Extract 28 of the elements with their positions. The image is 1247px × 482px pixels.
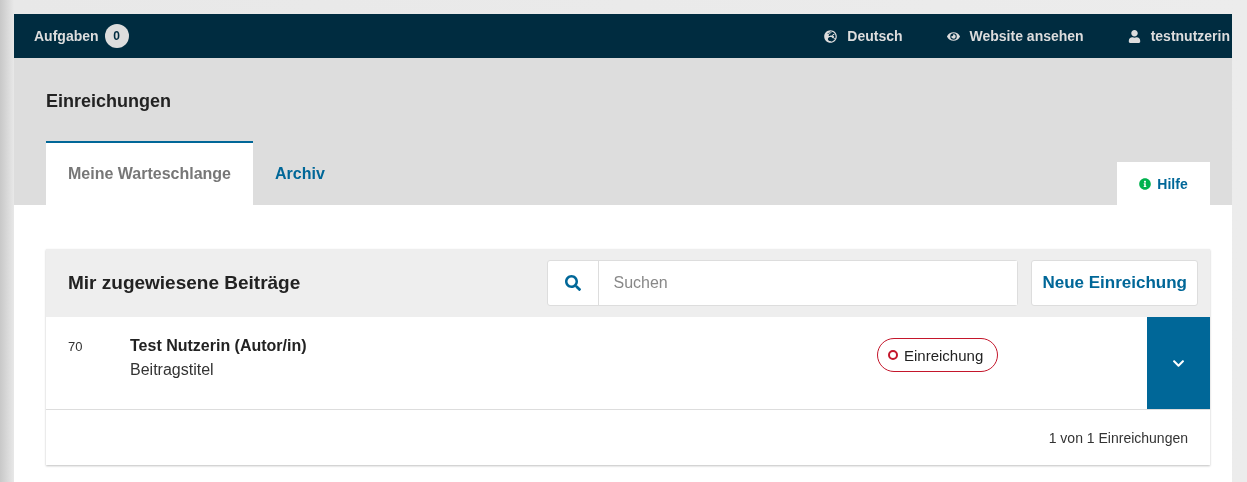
tab[interactable]: Archiv [253,141,347,205]
top-link-label: Website ansehen [969,28,1084,44]
help-label: Hilfe [1157,175,1188,192]
submission-author: Test Nutzerin (Autor/in) [130,337,308,355]
expand-button[interactable] [1147,317,1210,409]
submission-id: 70 [67,338,84,356]
top-link-label: testnutzerin [1150,28,1230,44]
search-field[interactable]: Suchen [547,260,1019,306]
new-submission-button[interactable]: Neue Einreichung [1031,260,1198,306]
pagination-count: 1 von 1 Einreichungen [1048,429,1188,446]
globe-icon [824,29,838,43]
top-link-label: Deutsch [847,28,903,44]
tasks-link[interactable]: Aufgaben 0 [34,24,129,48]
tasks-label: Aufgaben [34,28,99,44]
card-title: Mir zugewiesene Beiträge [68,272,301,294]
tasks-count: 0 [104,24,129,48]
info-icon [1139,177,1152,190]
help-tab[interactable]: Hilfe [1117,162,1210,205]
eye-icon [946,29,960,43]
tab[interactable]: Meine Warteschlange [46,141,253,205]
top-link[interactable]: testnutzerin [1127,28,1230,44]
top-link[interactable]: Deutsch [824,28,903,44]
stage-label: Einreichung [904,346,984,364]
page-title: Einreichungen [46,91,172,112]
user-icon [1127,29,1141,43]
submission-title: Beitragstitel [130,361,215,379]
top-link[interactable]: Website ansehen [946,28,1084,44]
search-icon [565,275,582,291]
